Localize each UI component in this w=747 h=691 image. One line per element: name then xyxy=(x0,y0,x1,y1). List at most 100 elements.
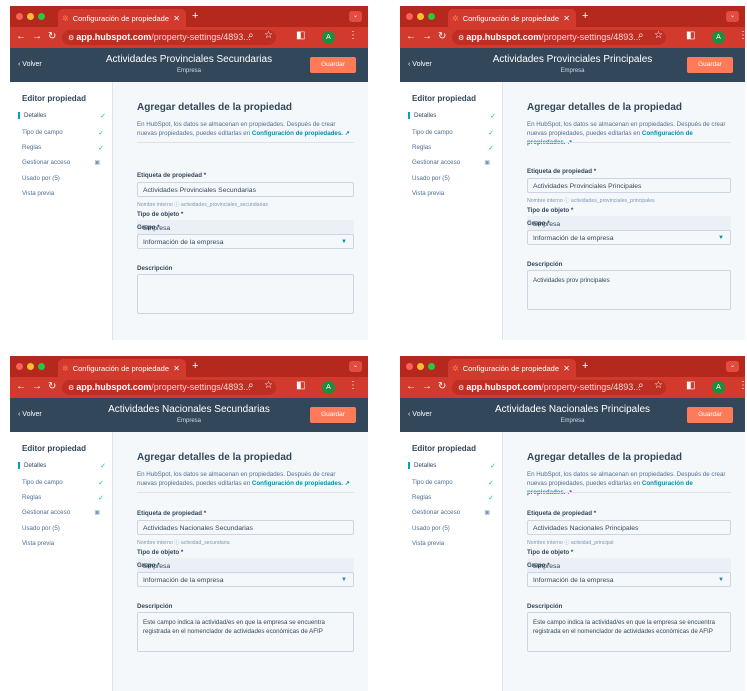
property-settings-link[interactable]: Configuración de propiedades. xyxy=(252,130,343,137)
guardar-button[interactable]: Guardar xyxy=(310,57,356,73)
close-tab-icon[interactable]: ✕ xyxy=(563,14,570,23)
sidebar-item[interactable]: Reglas ✓ xyxy=(22,494,104,502)
browser-tab[interactable]: ✲ Configuración de propiedade ✕ xyxy=(58,9,186,27)
sidebar-item[interactable]: Detalles ✓ xyxy=(408,112,496,120)
profile-avatar[interactable]: A xyxy=(322,381,335,394)
extensions-icon[interactable]: ◧ xyxy=(296,30,305,41)
zoom-icon[interactable]: ⌕ xyxy=(248,30,254,41)
guardar-button[interactable]: Guardar xyxy=(310,407,356,423)
zoom-icon[interactable]: ⌕ xyxy=(638,30,644,41)
forward-icon[interactable]: → xyxy=(422,381,432,392)
chevron-down-icon[interactable]: ⌄ xyxy=(726,361,739,372)
volver-link[interactable]: ‹ Volver xyxy=(18,411,42,418)
volver-link[interactable]: ‹ Volver xyxy=(18,61,42,68)
etiqueta-input[interactable]: Actividades Provinciales Secundarias xyxy=(137,182,354,197)
descripcion-textarea[interactable]: Este campo indica la actividad/es en que… xyxy=(527,612,731,652)
reload-icon[interactable]: ↻ xyxy=(48,381,56,392)
profile-avatar[interactable]: A xyxy=(712,381,725,394)
zoom-dot[interactable] xyxy=(428,363,435,370)
zoom-icon[interactable]: ⌕ xyxy=(248,380,254,391)
descripcion-textarea[interactable]: Actividades prov principales xyxy=(527,270,731,310)
sidebar-item[interactable]: Vista previa xyxy=(412,540,494,547)
sidebar-item[interactable]: Usado por (5) xyxy=(22,175,104,182)
site-info-icon[interactable]: ⚙ xyxy=(458,385,466,392)
zoom-dot[interactable] xyxy=(428,13,435,20)
forward-icon[interactable]: → xyxy=(32,381,42,392)
volver-link[interactable]: ‹ Volver xyxy=(408,411,432,418)
sidebar-item[interactable]: Tipo de campo ✓ xyxy=(412,129,494,137)
browser-tab[interactable]: ✲ Configuración de propiedade ✕ xyxy=(448,359,576,377)
grupo-select[interactable]: Información de la empresa ▼ xyxy=(527,572,731,587)
browser-tab[interactable]: ✲ Configuración de propiedade ✕ xyxy=(58,359,186,377)
chevron-down-icon[interactable]: ⌄ xyxy=(349,11,362,22)
sidebar-item[interactable]: Usado por (5) xyxy=(22,525,104,532)
back-icon[interactable]: ← xyxy=(16,31,26,42)
volver-link[interactable]: ‹ Volver xyxy=(408,61,432,68)
close-tab-icon[interactable]: ✕ xyxy=(563,364,570,373)
extensions-icon[interactable]: ◧ xyxy=(686,380,695,391)
back-icon[interactable]: ← xyxy=(406,381,416,392)
back-icon[interactable]: ← xyxy=(16,381,26,392)
close-tab-icon[interactable]: ✕ xyxy=(173,14,180,23)
zoom-dot[interactable] xyxy=(38,13,45,20)
sidebar-item[interactable]: Gestionar acceso ▣ xyxy=(22,509,104,516)
url-input[interactable]: ⚙ app.hubspot.com/property-settings/4893… xyxy=(452,30,666,45)
chevron-down-icon[interactable]: ⌄ xyxy=(349,361,362,372)
sidebar-item[interactable]: Tipo de campo ✓ xyxy=(22,479,104,487)
etiqueta-input[interactable]: Actividades Nacionales Principales xyxy=(527,520,731,535)
etiqueta-input[interactable]: Actividades Nacionales Secundarias xyxy=(137,520,354,535)
close-dot[interactable] xyxy=(406,13,413,20)
forward-icon[interactable]: → xyxy=(422,31,432,42)
url-input[interactable]: ⚙ app.hubspot.com/property-settings/4893… xyxy=(62,30,276,45)
bookmark-star-icon[interactable]: ☆ xyxy=(654,30,663,41)
new-tab-button[interactable]: + xyxy=(582,10,588,22)
sidebar-item[interactable]: Detalles ✓ xyxy=(18,112,106,120)
zoom-icon[interactable]: ⌕ xyxy=(638,380,644,391)
menu-icon[interactable]: ⋮ xyxy=(348,30,358,41)
descripcion-textarea[interactable]: Este campo indica la actividad/es en que… xyxy=(137,612,354,652)
sidebar-item[interactable]: Gestionar acceso ▣ xyxy=(412,509,494,516)
menu-icon[interactable]: ⋮ xyxy=(348,380,358,391)
profile-avatar[interactable]: A xyxy=(712,31,725,44)
sidebar-item[interactable]: Usado por (5) xyxy=(412,175,494,182)
reload-icon[interactable]: ↻ xyxy=(438,31,446,42)
grupo-select[interactable]: Información de la empresa ▼ xyxy=(137,572,354,587)
reload-icon[interactable]: ↻ xyxy=(438,381,446,392)
bookmark-star-icon[interactable]: ☆ xyxy=(264,380,273,391)
close-dot[interactable] xyxy=(406,363,413,370)
descripcion-textarea[interactable] xyxy=(137,274,354,314)
guardar-button[interactable]: Guardar xyxy=(687,407,733,423)
sidebar-item[interactable]: Detalles ✓ xyxy=(18,462,106,470)
site-info-icon[interactable]: ⚙ xyxy=(68,35,76,42)
close-tab-icon[interactable]: ✕ xyxy=(173,364,180,373)
sidebar-item[interactable]: Tipo de campo ✓ xyxy=(22,129,104,137)
guardar-button[interactable]: Guardar xyxy=(687,57,733,73)
menu-icon[interactable]: ⋮ xyxy=(738,380,745,391)
sidebar-item[interactable]: Vista previa xyxy=(412,190,494,197)
sidebar-item[interactable]: Gestionar acceso ▣ xyxy=(22,159,104,166)
grupo-select[interactable]: Información de la empresa ▼ xyxy=(527,230,731,245)
close-dot[interactable] xyxy=(16,13,23,20)
extensions-icon[interactable]: ◧ xyxy=(296,380,305,391)
sidebar-item[interactable]: Vista previa xyxy=(22,540,104,547)
bookmark-star-icon[interactable]: ☆ xyxy=(264,30,273,41)
forward-icon[interactable]: → xyxy=(32,31,42,42)
new-tab-button[interactable]: + xyxy=(192,360,198,372)
minimize-dot[interactable] xyxy=(417,363,424,370)
profile-avatar[interactable]: A xyxy=(322,31,335,44)
property-settings-link[interactable]: Configuración de propiedades. xyxy=(252,480,343,487)
menu-icon[interactable]: ⋮ xyxy=(738,30,745,41)
reload-icon[interactable]: ↻ xyxy=(48,31,56,42)
sidebar-item[interactable]: Tipo de campo ✓ xyxy=(412,479,494,487)
zoom-dot[interactable] xyxy=(38,363,45,370)
browser-tab[interactable]: ✲ Configuración de propiedade ✕ xyxy=(448,9,576,27)
new-tab-button[interactable]: + xyxy=(192,10,198,22)
url-input[interactable]: ⚙ app.hubspot.com/property-settings/4893… xyxy=(62,380,276,395)
sidebar-item[interactable]: Reglas ✓ xyxy=(22,144,104,152)
minimize-dot[interactable] xyxy=(27,13,34,20)
new-tab-button[interactable]: + xyxy=(582,360,588,372)
chevron-down-icon[interactable]: ⌄ xyxy=(726,11,739,22)
minimize-dot[interactable] xyxy=(27,363,34,370)
grupo-select[interactable]: Información de la empresa ▼ xyxy=(137,234,354,249)
site-info-icon[interactable]: ⚙ xyxy=(68,385,76,392)
